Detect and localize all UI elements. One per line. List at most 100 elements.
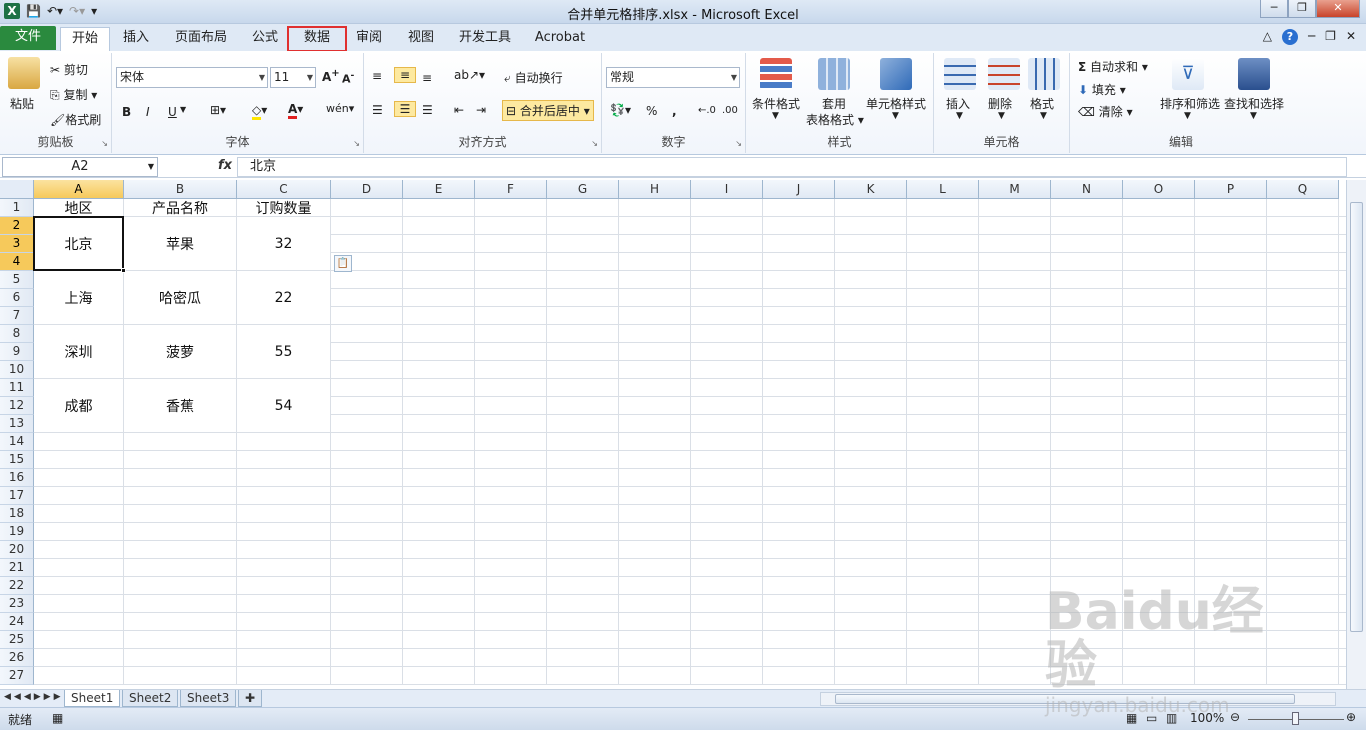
tab-review[interactable]: 审阅 (348, 27, 390, 51)
row-header-25[interactable]: 25 (0, 631, 34, 649)
collapse-ribbon-icon[interactable]: △ (1263, 29, 1272, 45)
column-header-o[interactable]: O (1123, 180, 1195, 199)
tab-data[interactable]: 数据 (287, 26, 347, 52)
autosum-button[interactable]: Σ 自动求和 ▾ (1078, 58, 1148, 75)
merged-cell[interactable]: 上海 (34, 271, 123, 324)
row-header-24[interactable]: 24 (0, 613, 34, 631)
sort-filter-button[interactable]: 排序和筛选 (1160, 95, 1220, 112)
delete-cells-button[interactable]: 删除 (988, 95, 1012, 112)
merged-cell[interactable]: 55 (237, 325, 330, 378)
fill-color-icon[interactable]: ◇▾ (252, 103, 267, 120)
row-header-13[interactable]: 13 (0, 415, 34, 433)
insert-function-icon[interactable]: fx (218, 158, 232, 173)
underline-dropdown-icon[interactable]: ▼ (180, 105, 186, 114)
row-header-22[interactable]: 22 (0, 577, 34, 595)
merged-cell[interactable]: 菠萝 (124, 325, 236, 378)
column-header-c[interactable]: C (237, 180, 331, 199)
decrease-indent-icon[interactable]: ⇤ (454, 103, 464, 117)
merged-cell[interactable]: 苹果 (124, 217, 236, 270)
align-right-icon[interactable]: ☰ (422, 103, 433, 117)
alignment-launcher-icon[interactable]: ↘ (591, 139, 598, 148)
macro-record-icon[interactable]: ▦ (52, 711, 63, 725)
row-header-14[interactable]: 14 (0, 433, 34, 451)
tab-formulas[interactable]: 公式 (244, 27, 286, 51)
column-header-f[interactable]: F (475, 180, 547, 199)
doc-close-icon[interactable]: ✕ (1346, 29, 1356, 45)
insert-sheet-icon[interactable]: ✚ (238, 690, 263, 707)
font-color-icon[interactable]: A▾ (288, 102, 303, 119)
row-header-20[interactable]: 20 (0, 541, 34, 559)
column-header-k[interactable]: K (835, 180, 907, 199)
merged-cell[interactable]: 54 (237, 379, 330, 432)
borders-icon[interactable]: ⊞▾ (210, 103, 226, 117)
decrease-decimal-icon[interactable]: .00 (722, 105, 738, 116)
help-icon[interactable]: ? (1281, 29, 1298, 45)
paste-icon[interactable] (8, 57, 40, 89)
merged-cell[interactable]: 32 (237, 217, 330, 270)
header-cell[interactable]: 订购数量 (237, 199, 330, 217)
table-format-line1[interactable]: 套用 (822, 95, 846, 112)
row-header-27[interactable]: 27 (0, 667, 34, 685)
column-header-l[interactable]: L (907, 180, 979, 199)
sheet-tab-1[interactable]: Sheet1 (64, 690, 121, 707)
row-header-19[interactable]: 19 (0, 523, 34, 541)
row-header-18[interactable]: 18 (0, 505, 34, 523)
shrink-font-icon[interactable]: A- (342, 70, 354, 86)
column-header-h[interactable]: H (619, 180, 691, 199)
sheet-tab-3[interactable]: Sheet3 (180, 690, 237, 707)
accounting-format-icon[interactable]: 💱▾ (610, 103, 631, 117)
align-bottom-icon[interactable]: ≡ (422, 71, 432, 85)
column-header-i[interactable]: I (691, 180, 763, 199)
sheet-tab-2[interactable]: Sheet2 (122, 690, 179, 707)
tab-developer[interactable]: 开发工具 (452, 27, 518, 51)
row-header-10[interactable]: 10 (0, 361, 34, 379)
row-header-2[interactable]: 2 (0, 217, 34, 235)
find-select-button[interactable]: 查找和选择 (1224, 95, 1284, 112)
close-button[interactable]: ✕ (1316, 0, 1360, 18)
increase-indent-icon[interactable]: ⇥ (476, 103, 486, 117)
cut-button[interactable]: ✂ 剪切 (50, 61, 88, 78)
row-header-7[interactable]: 7 (0, 307, 34, 325)
tab-acrobat[interactable]: Acrobat (528, 27, 592, 51)
select-all-corner[interactable] (0, 180, 34, 199)
column-header-m[interactable]: M (979, 180, 1051, 199)
row-header-17[interactable]: 17 (0, 487, 34, 505)
active-cell-selection[interactable] (33, 216, 126, 273)
align-center-icon[interactable]: ☰ (394, 101, 416, 117)
row-header-16[interactable]: 16 (0, 469, 34, 487)
merge-center-button[interactable]: ⊟ 合并后居中 ▾ (502, 100, 594, 121)
tab-view[interactable]: 视图 (400, 27, 442, 51)
column-header-d[interactable]: D (331, 180, 403, 199)
font-name-combo[interactable]: 宋体 ▼ (116, 67, 268, 88)
wrap-text-button[interactable]: ⤶ 自动换行 (504, 69, 563, 86)
align-top-icon[interactable]: ≡ (372, 69, 382, 83)
cell-styles-button[interactable]: 单元格样式 (866, 95, 926, 112)
column-header-n[interactable]: N (1051, 180, 1123, 199)
increase-decimal-icon[interactable]: ←.0 (698, 105, 716, 116)
doc-restore-icon[interactable]: ❐ (1325, 29, 1336, 45)
vertical-scrollbar[interactable] (1346, 180, 1366, 689)
format-cells-button[interactable]: 格式 (1030, 95, 1054, 112)
clipboard-launcher-icon[interactable]: ↘ (101, 139, 108, 148)
clear-button[interactable]: ⌫ 清除 ▾ (1078, 103, 1133, 120)
header-cell[interactable]: 产品名称 (124, 199, 236, 217)
row-header-23[interactable]: 23 (0, 595, 34, 613)
row-header-1[interactable]: 1 (0, 199, 34, 217)
font-size-combo[interactable]: 11 ▼ (270, 67, 316, 88)
header-cell[interactable]: 地区 (34, 199, 123, 217)
percent-style-button[interactable]: % (646, 104, 657, 118)
merged-cell[interactable]: 香蕉 (124, 379, 236, 432)
fill-handle[interactable] (121, 268, 126, 273)
merged-cell[interactable]: 深圳 (34, 325, 123, 378)
number-launcher-icon[interactable]: ↘ (735, 139, 742, 148)
row-header-6[interactable]: 6 (0, 289, 34, 307)
row-header-15[interactable]: 15 (0, 451, 34, 469)
table-format-button[interactable]: 表格格式 ▾ (806, 111, 864, 128)
row-header-8[interactable]: 8 (0, 325, 34, 343)
paste-button[interactable]: 粘贴 (10, 95, 34, 112)
column-header-b[interactable]: B (124, 180, 237, 199)
orientation-icon[interactable]: ab↗▾ (454, 68, 485, 82)
fill-button[interactable]: ⬇ 填充 ▾ (1078, 81, 1126, 98)
font-launcher-icon[interactable]: ↘ (353, 139, 360, 148)
row-header-5[interactable]: 5 (0, 271, 34, 289)
